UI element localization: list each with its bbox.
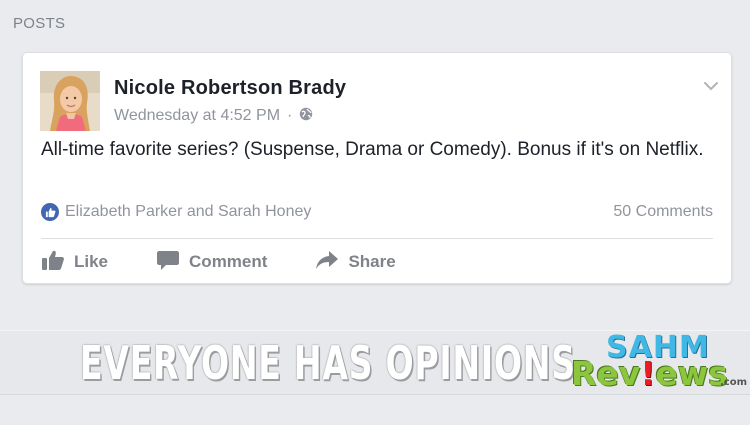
share-label: Share (348, 252, 396, 271)
divider (41, 238, 713, 239)
chevron-down-icon[interactable] (703, 79, 719, 91)
post-timestamp[interactable]: Wednesday at 4:52 PM (114, 107, 280, 125)
section-header: POSTS (13, 15, 66, 32)
share-arrow-icon (315, 249, 339, 276)
like-button[interactable]: Like (41, 249, 108, 276)
logo-bottom-start: Rev (571, 354, 641, 393)
like-reaction-icon (41, 203, 59, 221)
logo-suffix: .com (720, 377, 748, 388)
meta-separator: · (287, 107, 293, 124)
comments-count[interactable]: 50 Comments (613, 203, 713, 221)
like-label: Like (74, 252, 109, 271)
post-card: Nicole Robertson Brady Wednesday at 4:52… (22, 52, 732, 284)
author-name[interactable]: Nicole Robertson Brady (114, 77, 346, 100)
comment-bubble-icon (156, 249, 180, 276)
actions-row: Like Comment Share (41, 249, 396, 275)
globe-icon (299, 107, 313, 126)
logo-bottom-text: Rev!ews (571, 357, 728, 391)
post-meta: Wednesday at 4:52 PM · (114, 105, 313, 127)
thumbs-up-icon (41, 249, 65, 276)
comment-label: Comment (189, 252, 268, 271)
comment-button[interactable]: Comment (156, 249, 267, 276)
share-button[interactable]: Share (315, 249, 396, 276)
reaction-names: Elizabeth Parker and Sarah Honey (65, 203, 312, 220)
avatar-photo (40, 71, 100, 131)
reactions-row: Elizabeth Parker and Sarah Honey 50 Comm… (41, 201, 713, 223)
page: POSTS Nicole Robertson Brady Wednesday a… (0, 0, 750, 425)
logo-bottom-end: ews (655, 354, 728, 393)
reactions-summary[interactable]: Elizabeth Parker and Sarah Honey (41, 203, 311, 221)
logo-bang: ! (640, 354, 656, 393)
banner-text: EVERYONE HAS OPINIONS (80, 336, 576, 390)
avatar[interactable] (40, 71, 100, 131)
post-text: All-time favorite series? (Suspense, Dra… (41, 139, 704, 160)
